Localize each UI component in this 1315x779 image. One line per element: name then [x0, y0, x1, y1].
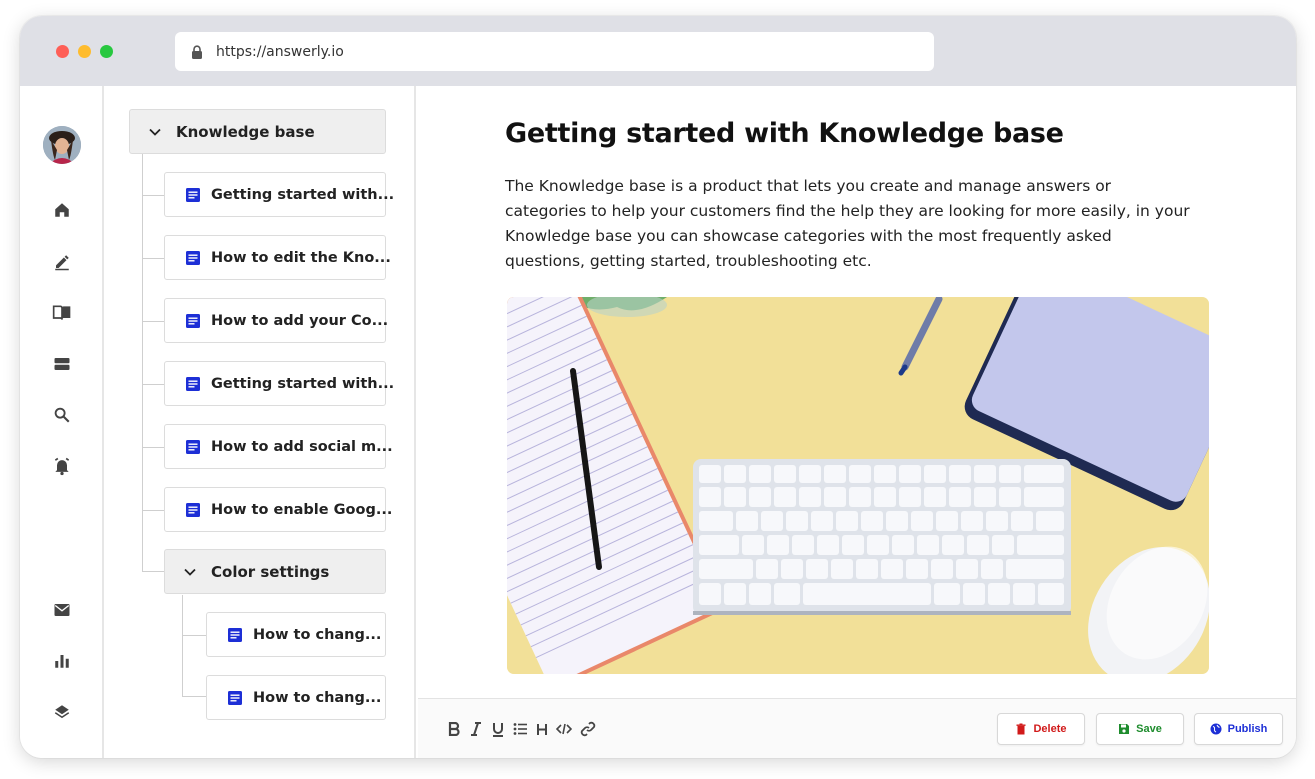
tree-connector — [182, 696, 206, 697]
delete-label: Delete — [1033, 723, 1067, 735]
address-url[interactable]: https://answerly.io — [216, 44, 344, 60]
document-icon — [185, 187, 201, 203]
tree-item[interactable]: How to add social m... — [164, 424, 393, 469]
tree-item[interactable]: How to edit the Kno... — [164, 235, 391, 280]
publish-button[interactable]: Publish — [1194, 713, 1283, 745]
tree-connector — [142, 384, 164, 385]
article-body[interactable]: The Knowledge base is a product that let… — [505, 174, 1195, 274]
tree-connector — [142, 571, 164, 572]
document-icon — [185, 313, 201, 329]
alarm-icon[interactable] — [51, 455, 73, 477]
mail-icon[interactable] — [51, 599, 73, 621]
document-icon — [185, 250, 201, 266]
lock-icon — [191, 44, 203, 59]
knowledge-tree: Knowledge base Getting started with... H… — [106, 86, 416, 758]
article-title[interactable]: Getting started with Knowledge base — [505, 118, 1064, 149]
document-icon — [185, 376, 201, 392]
bar-chart-icon[interactable] — [51, 650, 73, 672]
tree-connector — [182, 635, 206, 636]
storage-icon[interactable] — [51, 353, 73, 375]
tree-folder-color-settings[interactable]: Color settings — [164, 549, 386, 594]
close-window-button[interactable] — [56, 45, 69, 58]
tree-item-label: Getting started with... — [211, 375, 395, 392]
tree-item-label: How to add your Co... — [211, 312, 389, 329]
document-icon — [227, 627, 243, 643]
address-bar[interactable]: https://answerly.io — [175, 32, 934, 71]
save-icon — [1118, 723, 1130, 735]
book-icon[interactable] — [51, 302, 73, 324]
editor-toolbar: Delete Save Publish — [418, 698, 1296, 758]
tree-connector — [142, 195, 164, 196]
icon-rail — [20, 86, 104, 758]
tree-item-label: How to enable Goog... — [211, 501, 393, 518]
edit-icon[interactable] — [51, 251, 73, 273]
layers-icon[interactable] — [51, 701, 73, 723]
tree-item[interactable]: How to chang... — [206, 675, 386, 720]
tree-item-label: How to chang... — [253, 626, 382, 643]
tree-item-label: Getting started with... — [211, 186, 395, 203]
article-editor: Getting started with Knowledge base The … — [418, 86, 1296, 698]
bold-icon[interactable] — [445, 720, 463, 738]
tree-item[interactable]: Getting started with... — [164, 361, 394, 406]
tree-connector — [182, 595, 183, 696]
chevron-down-icon — [183, 565, 197, 579]
tree-item-label: How to add social m... — [211, 438, 393, 455]
code-icon[interactable] — [555, 720, 573, 738]
save-label: Save — [1136, 723, 1162, 735]
document-icon — [185, 439, 201, 455]
document-icon — [185, 502, 201, 518]
tree-item-label: How to edit the Kno... — [211, 249, 391, 266]
publish-label: Publish — [1227, 723, 1268, 735]
underline-icon[interactable] — [489, 720, 507, 738]
tree-item[interactable]: Getting started with... — [164, 172, 394, 217]
document-icon — [227, 690, 243, 706]
tree-folder-knowledge-base[interactable]: Knowledge base — [129, 109, 386, 154]
browser-titlebar: https://answerly.io — [20, 16, 1296, 86]
tree-item-label: How to chang... — [253, 689, 382, 706]
link-icon[interactable] — [579, 720, 597, 738]
trash-icon — [1015, 723, 1027, 735]
home-icon[interactable] — [51, 199, 73, 221]
tree-item[interactable]: How to chang... — [206, 612, 386, 657]
minimize-window-button[interactable] — [78, 45, 91, 58]
browser-window: https://answerly.io Knowledge base Getti… — [20, 16, 1296, 758]
italic-icon[interactable] — [467, 720, 485, 738]
chevron-down-icon — [148, 125, 162, 139]
tree-connector — [142, 154, 143, 571]
tree-connector — [142, 447, 164, 448]
maximize-window-button[interactable] — [100, 45, 113, 58]
avatar[interactable] — [43, 126, 81, 164]
tree-connector — [142, 321, 164, 322]
tree-item[interactable]: How to add your Co... — [164, 298, 389, 343]
tree-folder-label: Color settings — [211, 562, 330, 581]
search-icon[interactable] — [51, 404, 73, 426]
article-image — [507, 297, 1209, 674]
tree-connector — [142, 510, 164, 511]
tree-connector — [142, 258, 164, 259]
save-button[interactable]: Save — [1096, 713, 1184, 745]
tree-folder-label: Knowledge base — [176, 122, 315, 141]
delete-button[interactable]: Delete — [997, 713, 1085, 745]
bulleted-list-icon[interactable] — [511, 720, 529, 738]
globe-icon — [1210, 723, 1222, 735]
heading-icon[interactable] — [533, 720, 551, 738]
tree-item[interactable]: How to enable Goog... — [164, 487, 392, 532]
